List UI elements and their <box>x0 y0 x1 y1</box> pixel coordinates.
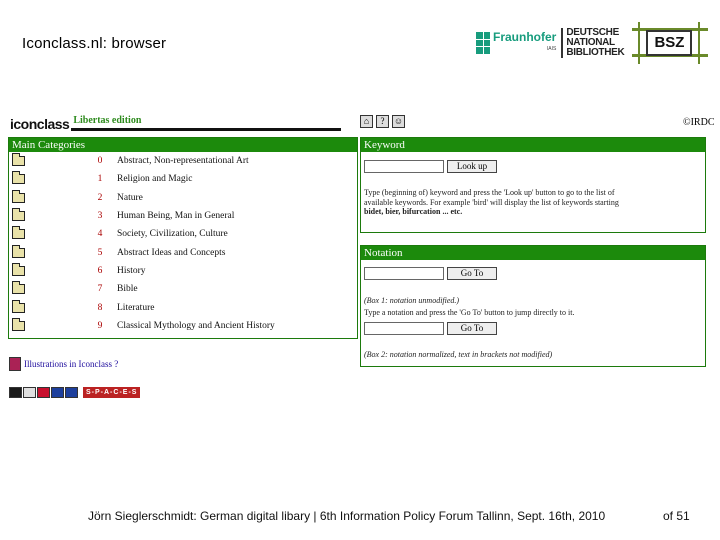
category-number[interactable]: 0 <box>83 156 117 166</box>
iconclass-browser-screenshot: iconclass Libertas edition ⌂ ? ☺ ©IRDC M… <box>0 100 720 405</box>
category-number[interactable]: 4 <box>83 229 117 239</box>
illustrations-link-row[interactable]: Illustrations in Iconclass ? <box>9 357 118 371</box>
category-number[interactable]: 8 <box>83 303 117 313</box>
keyword-help-line: Type (beginning of) keyword and press th… <box>364 188 615 197</box>
category-row[interactable]: 9 Classical Mythology and Ancient History <box>9 317 357 335</box>
category-row[interactable]: 3 Human Being, Man in General <box>9 207 357 225</box>
fraunhofer-logo: Fraunhofer IAIS <box>493 31 556 55</box>
category-label: Abstract, Non-representational Art <box>117 156 249 167</box>
category-number[interactable]: 2 <box>83 193 117 203</box>
partner-logos: Fraunhofer IAIS DEUTSCHE NATIONAL BIBLIO… <box>476 18 710 68</box>
go-to-button-1[interactable]: Go To <box>447 267 497 280</box>
category-label: Human Being, Man in General <box>117 211 235 222</box>
folder-icon[interactable] <box>12 189 25 203</box>
dnb-line: BIBLIOTHEK <box>566 47 625 58</box>
keyword-panel: Keyword Look up Type (beginning of) keyw… <box>360 137 706 233</box>
category-number[interactable]: 9 <box>83 321 117 331</box>
fraunhofer-logo-mark <box>476 32 490 54</box>
category-number[interactable]: 5 <box>83 248 117 258</box>
language-flag-icon[interactable] <box>9 387 22 398</box>
category-label: Nature <box>117 192 143 203</box>
language-flag-icon[interactable] <box>51 387 64 398</box>
box2-note: (Box 2: notation normalized, text in bra… <box>364 350 553 359</box>
language-flag-icon[interactable] <box>37 387 50 398</box>
bsz-logo: BSZ <box>628 20 710 66</box>
folder-icon[interactable] <box>12 171 25 185</box>
category-label: Abstract Ideas and Concepts <box>117 247 226 258</box>
keyword-title: Keyword <box>361 138 705 152</box>
category-row[interactable]: 7 Bible <box>9 280 357 298</box>
fraunhofer-sub: IAIS <box>546 46 557 52</box>
page-count: of 51 <box>663 509 690 523</box>
notation-input-1[interactable] <box>364 267 444 280</box>
main-categories-title: Main Categories <box>9 138 357 152</box>
folder-icon[interactable] <box>12 262 25 276</box>
help-icon[interactable]: ? <box>376 115 389 128</box>
category-row[interactable]: 2 Nature <box>9 189 357 207</box>
category-label: Religion and Magic <box>117 174 193 185</box>
iconclass-header: iconclass Libertas edition <box>8 115 342 132</box>
category-number[interactable]: 6 <box>83 266 117 276</box>
category-number[interactable]: 3 <box>83 211 117 221</box>
toolbar-icons: ⌂ ? ☺ <box>360 115 405 128</box>
folder-icon[interactable] <box>12 153 25 167</box>
category-list: 0 Abstract, Non-representational Art 1 Reli… <box>9 152 357 335</box>
folder-icon[interactable] <box>12 244 25 258</box>
category-row[interactable]: 1 Religion and Magic <box>9 170 357 188</box>
keyword-help-line: bidet, bier, bifurcation ... etc. <box>364 207 463 216</box>
fraunhofer-name: Fraunhofer <box>493 30 557 44</box>
look-up-button[interactable]: Look up <box>447 160 497 173</box>
notation-help-line: Type a notation and press the 'Go To' bu… <box>364 308 575 317</box>
language-flag-icon[interactable] <box>23 387 36 398</box>
iconclass-logo: iconclass <box>8 116 72 132</box>
category-number[interactable]: 1 <box>83 174 117 184</box>
illustration-icon <box>9 357 21 371</box>
category-label: Society, Civilization, Culture <box>117 229 228 240</box>
main-categories-panel: Main Categories 0 Abstract, Non-represent… <box>8 137 358 339</box>
notation-title: Notation <box>361 246 705 260</box>
language-flags: S-P-A-C-E-S <box>9 387 141 398</box>
dnb-logo: DEUTSCHE NATIONAL BIBLIOTHEK <box>561 28 625 58</box>
category-row[interactable]: 0 Abstract, Non-representational Art <box>9 152 357 170</box>
box1-note: (Box 1: notation unmodified.) <box>364 296 460 305</box>
keyword-input[interactable] <box>364 160 444 173</box>
folder-icon[interactable] <box>12 299 25 313</box>
copyright-label: ©IRDC <box>683 117 715 128</box>
keyword-help-line: available keywords. For example 'bird' w… <box>364 197 619 207</box>
notation-input-2[interactable] <box>364 322 444 335</box>
notation-panel: Notation Go To (Box 1: notation unmodifi… <box>360 245 706 367</box>
category-label: History <box>117 265 146 276</box>
go-to-button-2[interactable]: Go To <box>447 322 497 335</box>
folder-icon[interactable] <box>12 208 25 222</box>
category-row[interactable]: 4 Society, Civilization, Culture <box>9 225 357 243</box>
category-label: Classical Mythology and Ancient History <box>117 320 275 331</box>
edition-label: Libertas edition <box>73 115 142 126</box>
folder-icon[interactable] <box>12 281 25 295</box>
home-icon[interactable]: ⌂ <box>360 115 373 128</box>
category-number[interactable]: 7 <box>83 284 117 294</box>
language-flag-icon[interactable] <box>65 387 78 398</box>
folder-icon[interactable] <box>12 226 25 240</box>
category-label: Literature <box>117 302 155 313</box>
category-row[interactable]: 6 History <box>9 262 357 280</box>
category-row[interactable]: 5 Abstract Ideas and Concepts <box>9 243 357 261</box>
category-label: Bible <box>117 284 138 295</box>
footer-text: Jörn Sieglerschmidt: German digital liba… <box>88 509 606 523</box>
spaces-badge[interactable]: S-P-A-C-E-S <box>83 387 141 398</box>
slide-title: Iconclass.nl: browser <box>22 35 167 52</box>
portrait-icon[interactable]: ☺ <box>392 115 405 128</box>
category-row[interactable]: 8 Literature <box>9 298 357 316</box>
illustrations-link[interactable]: Illustrations in Iconclass ? <box>24 359 118 369</box>
folder-icon[interactable] <box>12 317 25 331</box>
bsz-text: BSZ <box>646 30 693 56</box>
